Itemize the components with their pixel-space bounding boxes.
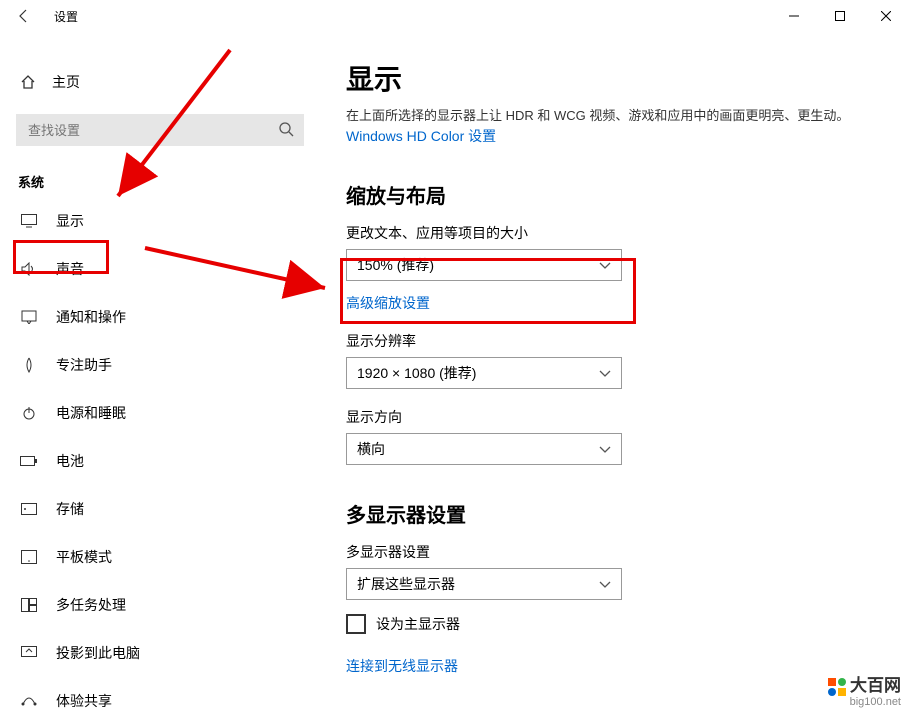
scale-select[interactable]: 150% (推荐) (346, 249, 622, 281)
scale-label: 更改文本、应用等项目的大小 (346, 223, 869, 243)
nav-label: 投影到此电脑 (56, 643, 140, 663)
page-title: 显示 (346, 58, 869, 98)
sound-icon (20, 262, 38, 276)
nav-focus[interactable]: 专注助手 (0, 341, 320, 389)
nav-label: 多任务处理 (56, 595, 126, 615)
notification-icon (20, 310, 38, 324)
multi-select[interactable]: 扩展这些显示器 (346, 568, 622, 600)
orientation-label: 显示方向 (346, 407, 869, 427)
scale-heading: 缩放与布局 (346, 180, 869, 209)
primary-display-label: 设为主显示器 (376, 614, 460, 634)
close-button[interactable] (863, 0, 909, 32)
nav-label: 专注助手 (56, 355, 112, 375)
hdr-description: 在上面所选择的显示器上让 HDR 和 WCG 视频、游戏和应用中的画面更明亮、更… (346, 106, 869, 126)
close-icon (881, 11, 891, 21)
search-icon (278, 121, 294, 142)
multi-heading: 多显示器设置 (346, 499, 869, 528)
nav-sound[interactable]: 声音 (0, 245, 320, 293)
nav-label: 电池 (56, 451, 84, 471)
nav-label: 通知和操作 (56, 307, 126, 327)
sidebar: 主页 系统 显示 声音 通知和操作 (0, 32, 320, 712)
primary-display-checkbox[interactable] (346, 614, 366, 634)
storage-icon (20, 503, 38, 515)
multi-value: 扩展这些显示器 (357, 574, 455, 594)
nav-power[interactable]: 电源和睡眠 (0, 389, 320, 437)
nav-label: 声音 (56, 259, 84, 279)
minimize-button[interactable] (771, 0, 817, 32)
hdr-settings-link[interactable]: Windows HD Color 设置 (346, 128, 496, 144)
share-icon (20, 694, 38, 708)
arrow-left-icon (16, 8, 32, 24)
nav-tablet[interactable]: 平板模式 (0, 533, 320, 581)
tablet-icon (20, 550, 38, 564)
nav-label: 平板模式 (56, 547, 112, 567)
nav-shared[interactable]: 体验共享 (0, 677, 320, 712)
nav-multitask[interactable]: 多任务处理 (0, 581, 320, 629)
nav-project[interactable]: 投影到此电脑 (0, 629, 320, 677)
maximize-button[interactable] (817, 0, 863, 32)
multi-label: 多显示器设置 (346, 542, 869, 562)
logo-icon (828, 678, 846, 696)
nav-label: 存储 (56, 499, 84, 519)
window-title: 设置 (48, 8, 78, 25)
nav-storage[interactable]: 存储 (0, 485, 320, 533)
nav-display[interactable]: 显示 (0, 197, 320, 245)
scale-value: 150% (推荐) (357, 255, 434, 275)
resolution-label: 显示分辨率 (346, 331, 869, 351)
chevron-down-icon (599, 441, 611, 457)
power-icon (20, 405, 38, 421)
nav-notifications[interactable]: 通知和操作 (0, 293, 320, 341)
advanced-scale-link[interactable]: 高级缩放设置 (346, 295, 430, 311)
orientation-select[interactable]: 横向 (346, 433, 622, 465)
focus-icon (20, 357, 38, 373)
orientation-value: 横向 (357, 439, 385, 459)
nav-battery[interactable]: 电池 (0, 437, 320, 485)
chevron-down-icon (599, 257, 611, 273)
chevron-down-icon (599, 365, 611, 381)
nav-label: 电源和睡眠 (56, 403, 126, 423)
battery-icon (20, 455, 38, 467)
multitask-icon (20, 598, 38, 612)
content-area: 显示 在上面所选择的显示器上让 HDR 和 WCG 视频、游戏和应用中的画面更明… (320, 32, 909, 712)
project-icon (20, 646, 38, 660)
wireless-display-link[interactable]: 连接到无线显示器 (346, 658, 458, 674)
maximize-icon (835, 11, 845, 21)
nav-label: 体验共享 (56, 691, 112, 711)
resolution-value: 1920 × 1080 (推荐) (357, 363, 476, 383)
search-input[interactable] (16, 114, 304, 146)
watermark: 大百网 big100.net (828, 677, 901, 708)
resolution-select[interactable]: 1920 × 1080 (推荐) (346, 357, 622, 389)
minimize-icon (789, 11, 799, 21)
section-heading: 系统 (0, 146, 320, 197)
home-label: 主页 (52, 72, 80, 92)
display-icon (20, 214, 38, 228)
home-icon (20, 74, 36, 90)
home-link[interactable]: 主页 (0, 62, 320, 102)
back-button[interactable] (0, 8, 48, 24)
chevron-down-icon (599, 576, 611, 592)
nav-label: 显示 (56, 211, 84, 231)
